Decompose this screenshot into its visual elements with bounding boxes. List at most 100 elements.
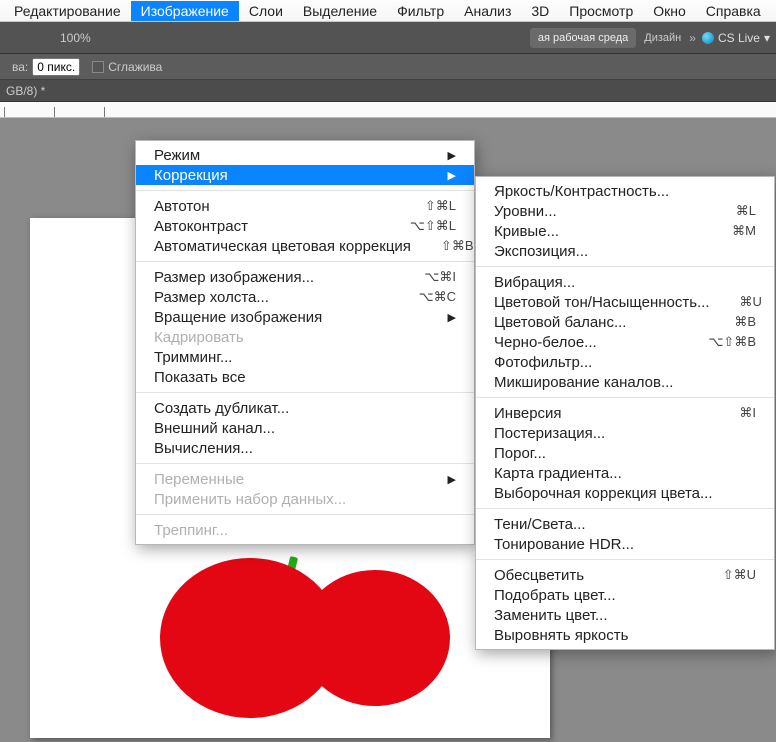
menu-item-1[interactable]: Изображение	[131, 1, 239, 21]
submenu-adjustments-separator	[476, 559, 774, 560]
menu-item-shortcut: ⌘M	[732, 223, 756, 239]
submenu-adjustments-item[interactable]: Цветовой тон/Насыщенность...⌘U	[476, 292, 774, 312]
workspace: Режим▶Коррекция▶Автотон⇧⌘LАвтоконтраст⌥⇧…	[0, 118, 776, 742]
submenu-adjustments-item[interactable]: Кривые... ⌘M	[476, 221, 774, 241]
submenu-adjustments-item[interactable]: Уровни... ⌘L	[476, 201, 774, 221]
menu-item-label: Размер холста...	[154, 289, 389, 306]
menu-image-item[interactable]: Автоконтраст⌥⇧⌘L	[136, 216, 474, 236]
menu-item-label: Уровни...	[494, 203, 706, 220]
submenu-adjustments-item[interactable]: Карта градиента...	[476, 463, 774, 483]
cs-live-button[interactable]: CS Live▾	[702, 31, 770, 45]
submenu-adjustments-item[interactable]: Цветовой баланс... ⌘B	[476, 312, 774, 332]
menu-item-shortcut: ⌘B	[734, 314, 756, 330]
document-tab[interactable]: GB/8) *	[6, 84, 45, 98]
chevrons-icon[interactable]: »	[689, 31, 696, 45]
menu-item-label: Кривые...	[494, 223, 702, 240]
menu-item-label: Кадрировать	[154, 329, 456, 346]
menu-item-shortcut: ⇧⌘B	[441, 238, 474, 254]
submenu-adjustments-item[interactable]: Порог...	[476, 443, 774, 463]
menu-image-separator	[136, 463, 474, 464]
menu-item-label: Автотон	[154, 198, 395, 215]
menu-item-2[interactable]: Слои	[239, 1, 293, 21]
submenu-adjustments-item[interactable]: Выровнять яркость	[476, 625, 774, 645]
menu-item-label: Выровнять яркость	[494, 627, 756, 644]
menu-item-shortcut: ⌘I	[739, 405, 756, 421]
menu-item-4[interactable]: Фильтр	[387, 1, 454, 21]
submenu-adjustments-item[interactable]: Фотофильтр...	[476, 352, 774, 372]
feather-input[interactable]	[32, 58, 80, 76]
submenu-adjustments-item[interactable]: Постеризация...	[476, 423, 774, 443]
menu-item-label: Микширование каналов...	[494, 374, 756, 391]
menu-image-item[interactable]: Режим▶	[136, 145, 474, 165]
menu-item-label: Треппинг...	[154, 522, 456, 539]
menu-item-label: Экспозиция...	[494, 243, 756, 260]
menu-item-5[interactable]: Анализ	[454, 1, 521, 21]
menu-image-item[interactable]: Вычисления...	[136, 438, 474, 458]
menu-item-8[interactable]: Окно	[643, 1, 696, 21]
menu-item-label: Выборочная коррекция цвета...	[494, 485, 756, 502]
submenu-adjustments-item[interactable]: Заменить цвет...	[476, 605, 774, 625]
menu-item-shortcut: ⌥⇧⌘L	[410, 218, 456, 234]
antialias-checkbox[interactable]	[92, 61, 104, 73]
menu-item-label: Показать все	[154, 369, 456, 386]
submenu-arrow-icon: ▶	[448, 169, 456, 182]
submenu-adjustments-item[interactable]: Микширование каналов...	[476, 372, 774, 392]
submenu-adjustments-item[interactable]: Выборочная коррекция цвета...	[476, 483, 774, 503]
submenu-adjustments-item[interactable]: Обесцветить⇧⌘U	[476, 565, 774, 585]
zoom-level[interactable]: 100%	[60, 31, 91, 45]
submenu-adjustments-item[interactable]: Тонирование HDR...	[476, 534, 774, 554]
menu-item-label: Режим	[154, 147, 448, 164]
menu-item-label: Вращение изображения	[154, 309, 448, 326]
menu-item-6[interactable]: 3D	[521, 1, 559, 21]
menu-item-shortcut: ⌘L	[736, 203, 756, 219]
menu-item-label: Карта градиента...	[494, 465, 756, 482]
submenu-adjustments-separator	[476, 397, 774, 398]
workspace-selector[interactable]: ая рабочая среда	[530, 28, 636, 48]
menu-item-label: Цветовой баланс...	[494, 314, 704, 331]
menu-item-label: Тени/Света...	[494, 516, 756, 533]
ruler-horizontal	[0, 102, 776, 118]
menu-image-item[interactable]: Показать все	[136, 367, 474, 387]
menu-item-shortcut: ⌥⌘I	[424, 269, 456, 285]
menu-image-item[interactable]: Внешний канал...	[136, 418, 474, 438]
menu-image-item[interactable]: Автоматическая цветовая коррекция⇧⌘B	[136, 236, 474, 256]
menu-item-label: Тонирование HDR...	[494, 536, 756, 553]
submenu-adjustments-separator	[476, 266, 774, 267]
menu-item-label: Цветовой тон/Насыщенность...	[494, 294, 710, 311]
options-bar: ва: Сглажива	[0, 54, 776, 80]
menu-item-9[interactable]: Справка	[696, 1, 771, 21]
menu-image-item[interactable]: Тримминг...	[136, 347, 474, 367]
menu-item-label: Яркость/Контрастность...	[494, 183, 756, 200]
menu-image-separator	[136, 261, 474, 262]
submenu-adjustments-item[interactable]: Яркость/Контрастность...	[476, 181, 774, 201]
submenu-adjustments-item[interactable]: Вибрация...	[476, 272, 774, 292]
menu-image-item[interactable]: Коррекция▶	[136, 165, 474, 185]
workspace-design[interactable]: Дизайн	[644, 32, 681, 44]
menu-item-3[interactable]: Выделение	[293, 1, 387, 21]
menu-item-label: Порог...	[494, 445, 756, 462]
menu-image-item[interactable]: Вращение изображения▶	[136, 307, 474, 327]
menu-image-item[interactable]: Размер холста...⌥⌘C	[136, 287, 474, 307]
menu-image-item[interactable]: Создать дубликат...	[136, 398, 474, 418]
menu-item-label: Постеризация...	[494, 425, 756, 442]
submenu-adjustments: Яркость/Контрастность... Уровни... ⌘L Кривы…	[475, 176, 775, 650]
submenu-adjustments-item[interactable]: Тени/Света...	[476, 514, 774, 534]
menu-item-0[interactable]: Редактирование	[4, 1, 131, 21]
submenu-adjustments-item[interactable]: Экспозиция...	[476, 241, 774, 261]
menu-item-label: Инверсия	[494, 405, 709, 422]
menu-image-item: Применить набор данных...	[136, 489, 474, 509]
menu-image-separator	[136, 392, 474, 393]
menu-image-item[interactable]: Размер изображения... ⌥⌘I	[136, 267, 474, 287]
submenu-arrow-icon: ▶	[448, 149, 456, 162]
menu-item-7[interactable]: Просмотр	[559, 1, 643, 21]
menu-item-label: Внешний канал...	[154, 420, 456, 437]
menu-item-label: Размер изображения...	[154, 269, 394, 286]
submenu-adjustments-item[interactable]: Черно-белое...⌥⇧⌘B	[476, 332, 774, 352]
menu-image-item: Переменные▶	[136, 469, 474, 489]
app-toolbar: 100% ая рабочая среда Дизайн » CS Live▾	[0, 22, 776, 54]
menu-image-item[interactable]: Автотон⇧⌘L	[136, 196, 474, 216]
submenu-adjustments-item[interactable]: Подобрать цвет...	[476, 585, 774, 605]
submenu-adjustments-item[interactable]: Инверсия ⌘I	[476, 403, 774, 423]
menu-item-label: Коррекция	[154, 167, 448, 184]
menu-image-item: Треппинг...	[136, 520, 474, 540]
